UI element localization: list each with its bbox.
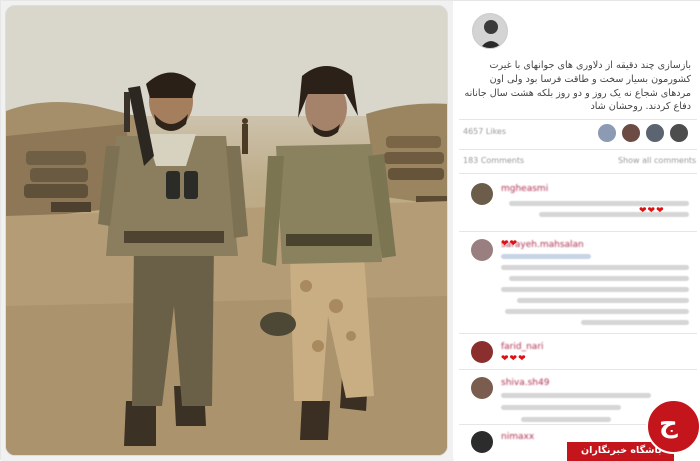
comment-text-line: [581, 320, 689, 325]
comment-item: sarayeh.mahsalan ❤❤: [461, 237, 697, 337]
comment-mention[interactable]: [501, 254, 591, 259]
comments-count[interactable]: 183 Comments: [463, 156, 524, 165]
show-all-comments-link[interactable]: Show all comments: [618, 156, 696, 165]
commenter-avatar[interactable]: [471, 431, 493, 453]
comment-text-line: [509, 276, 689, 281]
comment-text-line: [505, 309, 689, 314]
comment-text-line: [501, 393, 651, 398]
commenter-username[interactable]: shiva.sh49: [501, 378, 549, 388]
commenter-username[interactable]: nimaxx: [501, 432, 534, 442]
commenter-avatar[interactable]: [471, 183, 493, 205]
post-image-area: [1, 1, 453, 461]
comment-text-line: [521, 417, 611, 422]
liker-avatar[interactable]: [669, 123, 689, 143]
war-scene-photo: [6, 6, 447, 455]
divider: [459, 119, 697, 120]
liker-avatar[interactable]: [645, 123, 665, 143]
watermark-text: باشگاه خبرنگاران: [581, 445, 662, 456]
comment-hearts: ❤❤: [501, 239, 519, 249]
comment-item: farid_nari ❤❤❤: [461, 339, 697, 373]
liker-avatar[interactable]: [621, 123, 641, 143]
author-avatar[interactable]: [472, 13, 508, 49]
likes-count[interactable]: 4657 Likes: [463, 127, 506, 136]
commenter-username[interactable]: farid_nari: [501, 342, 544, 352]
comment-hearts: ❤❤❤: [501, 354, 527, 364]
comment-item: mgheasmi ❤❤❤: [461, 181, 697, 231]
commenter-username[interactable]: mgheasmi: [501, 184, 548, 194]
divider: [459, 231, 697, 232]
post-caption: بازسازی چند دقیقه از دلاوری های جوانهای …: [464, 60, 691, 113]
divider: [459, 333, 697, 334]
comment-text-line: [501, 287, 689, 292]
comment-text-line: [517, 298, 689, 303]
comment-text-line: [539, 212, 689, 217]
commenter-avatar[interactable]: [471, 377, 493, 399]
instagram-post-window: بازسازی چند دقیقه از دلاوری های جوانهای …: [0, 0, 700, 461]
divider: [459, 149, 697, 150]
commenter-avatar[interactable]: [471, 341, 493, 363]
post-photo[interactable]: [5, 5, 448, 456]
comment-text-line: [501, 405, 621, 410]
liker-avatar[interactable]: [597, 123, 617, 143]
divider: [459, 369, 697, 370]
comment-hearts: ❤❤❤: [639, 206, 665, 216]
commenter-avatar[interactable]: [471, 239, 493, 261]
divider: [459, 173, 697, 174]
comment-text-line: [501, 265, 689, 270]
watermark-logo-letter: ج: [659, 409, 678, 439]
